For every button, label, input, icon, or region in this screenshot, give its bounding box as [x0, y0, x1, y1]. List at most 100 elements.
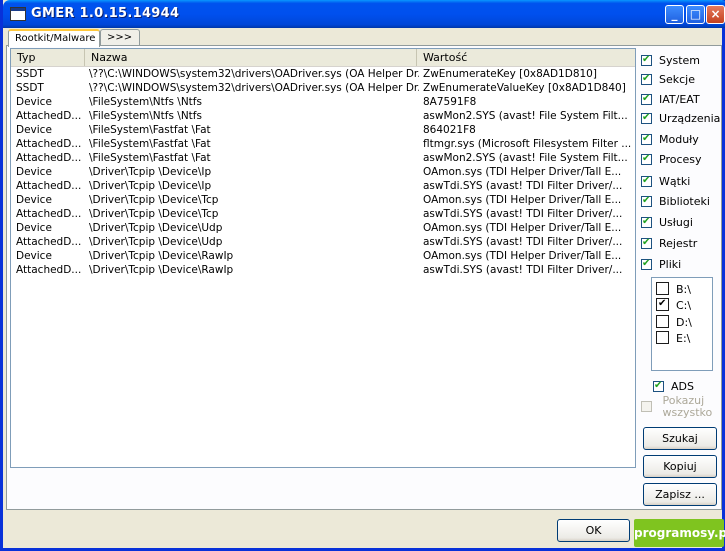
list-rows: SSDT \??\C:\WINDOWS\system32\drivers\OADr… — [11, 67, 635, 277]
tab-more[interactable]: >>> — [100, 29, 140, 46]
table-row[interactable]: Device \FileSystem\Fastfat \Fat 864021F8 — [11, 123, 635, 137]
drive-d[interactable]: D:\ — [656, 315, 692, 331]
option-system[interactable]: System — [641, 52, 700, 69]
checkbox[interactable] — [641, 53, 652, 66]
option-files[interactable]: Pliki — [641, 256, 681, 273]
checkbox[interactable] — [641, 257, 652, 270]
cell-value: aswTdi.SYS (avast! TDI Filter Driver/... — [423, 208, 623, 220]
table-row[interactable]: AttachedD... \Driver\Tcpip \Device\Tcp asw… — [11, 207, 635, 221]
checkbox[interactable] — [656, 315, 669, 328]
option-ads[interactable]: ADS — [653, 378, 694, 395]
results-list[interactable]: Typ Nazwa Wartość SSDT \??\C:\WINDOWS\sys… — [10, 48, 636, 468]
option-label: Pokazuj wszystko — [662, 394, 713, 419]
cell-type: SSDT — [16, 82, 44, 94]
table-row[interactable]: AttachedD... \FileSystem\Ntfs \Ntfs aswMon… — [11, 109, 635, 123]
cell-type: Device — [16, 96, 52, 108]
option-label: Moduły — [659, 133, 699, 146]
cell-name: \FileSystem\Fastfat \Fat — [89, 138, 211, 150]
column-header-name[interactable]: Nazwa — [85, 49, 417, 66]
app-window-icon — [10, 7, 26, 21]
table-row[interactable]: AttachedD... \Driver\Tcpip \Device\RawIp a… — [11, 263, 635, 277]
close-button[interactable]: × — [706, 5, 725, 24]
checkbox[interactable] — [641, 132, 652, 145]
checkbox[interactable] — [641, 92, 652, 105]
cell-type: AttachedD... — [16, 152, 82, 164]
option-label: System — [659, 54, 701, 67]
option-registry[interactable]: Rejestr — [641, 235, 697, 252]
option-sections[interactable]: Sekcje — [641, 71, 695, 88]
option-modules[interactable]: Moduły — [641, 131, 699, 148]
minimize-button[interactable]: _ — [665, 5, 684, 24]
table-row[interactable]: AttachedD... \FileSystem\Fastfat \Fat fltm… — [11, 137, 635, 151]
option-label: IAT/EAT — [659, 93, 700, 106]
table-row[interactable]: Device \FileSystem\Ntfs \Ntfs 8A7591F8 — [11, 95, 635, 109]
cell-type: AttachedD... — [16, 236, 82, 248]
cell-value: OAmon.sys (TDI Helper Driver/Tall E... — [423, 222, 622, 234]
table-row[interactable]: Device \Driver\Tcpip \Device\Udp OAmon.sys… — [11, 221, 635, 235]
option-processes[interactable]: Procesy — [641, 151, 702, 168]
checkbox[interactable] — [656, 331, 669, 344]
column-header-type[interactable]: Typ — [11, 49, 85, 66]
checkbox[interactable] — [641, 111, 652, 124]
option-devices[interactable]: Urządzenia — [641, 110, 720, 127]
tab-rootkit-malware[interactable]: Rootkit/Malware — [8, 29, 100, 47]
cell-name: \FileSystem\Ntfs \Ntfs — [89, 96, 202, 108]
save-button[interactable]: Zapisz ... — [643, 483, 717, 506]
cell-value: OAmon.sys (TDI Helper Driver/Tall E... — [423, 250, 622, 262]
drive-c[interactable]: C:\ — [656, 297, 692, 314]
option-label: Sekcje — [659, 73, 695, 86]
drive-e[interactable]: E:\ — [656, 331, 690, 347]
table-row[interactable]: SSDT \??\C:\WINDOWS\system32\drivers\OADr… — [11, 67, 635, 81]
cell-type: AttachedD... — [16, 110, 82, 122]
title-bar[interactable]: GMER 1.0.15.14944 _ □ × — [3, 0, 725, 28]
cell-name: \??\C:\WINDOWS\system32\drivers\OADriver… — [89, 82, 419, 94]
cell-type: Device — [16, 124, 52, 136]
option-show-all[interactable]: Pokazuj wszystko — [641, 395, 712, 421]
checkbox[interactable] — [641, 152, 652, 165]
window-title: GMER 1.0.15.14944 — [31, 6, 180, 21]
checkbox[interactable] — [641, 215, 652, 228]
drive-label: D:\ — [676, 316, 692, 329]
copy-button[interactable]: Kopiuj — [643, 455, 717, 478]
cell-name: \Driver\Tcpip \Device\RawIp — [89, 250, 234, 262]
table-row[interactable]: Device \Driver\Tcpip \Device\Tcp OAmon.sys… — [11, 193, 635, 207]
table-row[interactable]: AttachedD... \FileSystem\Fastfat \Fat aswM… — [11, 151, 635, 165]
ok-button[interactable]: OK — [557, 519, 630, 542]
cell-type: AttachedD... — [16, 180, 82, 192]
option-services[interactable]: Usługi — [641, 214, 693, 231]
checkbox[interactable] — [653, 379, 664, 392]
checkbox[interactable] — [656, 282, 669, 295]
checkbox[interactable] — [641, 401, 652, 412]
option-label: Urządzenia — [659, 112, 721, 125]
table-row[interactable]: AttachedD... \Driver\Tcpip \Device\Udp asw… — [11, 235, 635, 249]
cell-type: Device — [16, 250, 52, 262]
table-row[interactable]: AttachedD... \Driver\Tcpip \Device\Ip aswT… — [11, 179, 635, 193]
checkbox[interactable] — [641, 236, 652, 249]
cell-type: Device — [16, 166, 52, 178]
option-label: Wątki — [659, 175, 691, 188]
checkbox[interactable] — [641, 72, 652, 85]
column-header-value[interactable]: Wartość — [417, 49, 635, 66]
option-threads[interactable]: Wątki — [641, 173, 690, 190]
option-iat-eat[interactable]: IAT/EAT — [641, 91, 700, 108]
cell-name: \FileSystem\Fastfat \Fat — [89, 152, 211, 164]
maximize-button[interactable]: □ — [686, 5, 705, 24]
drive-b[interactable]: B:\ — [656, 282, 691, 298]
drive-label: C:\ — [676, 299, 692, 312]
watermark-logo: programosy.pl — [634, 519, 725, 547]
cell-type: AttachedD... — [16, 138, 82, 150]
option-label: Procesy — [659, 153, 702, 166]
cell-name: \FileSystem\Ntfs \Ntfs — [89, 110, 202, 122]
option-label: Usługi — [659, 216, 693, 229]
scan-button[interactable]: Szukaj — [643, 427, 717, 450]
table-row[interactable]: SSDT \??\C:\WINDOWS\system32\drivers\OADr… — [11, 81, 635, 95]
option-libraries[interactable]: Biblioteki — [641, 193, 710, 210]
checkbox[interactable] — [641, 174, 652, 187]
cell-name: \Driver\Tcpip \Device\Ip — [89, 180, 212, 192]
checkbox[interactable] — [641, 194, 652, 207]
table-row[interactable]: Device \Driver\Tcpip \Device\RawIp OAmon.s… — [11, 249, 635, 263]
table-row[interactable]: Device \Driver\Tcpip \Device\Ip OAmon.sys … — [11, 165, 635, 179]
cell-name: \FileSystem\Fastfat \Fat — [89, 124, 211, 136]
checkbox[interactable] — [656, 297, 669, 311]
cell-value: aswMon2.SYS (avast! File System Filt... — [423, 152, 628, 164]
